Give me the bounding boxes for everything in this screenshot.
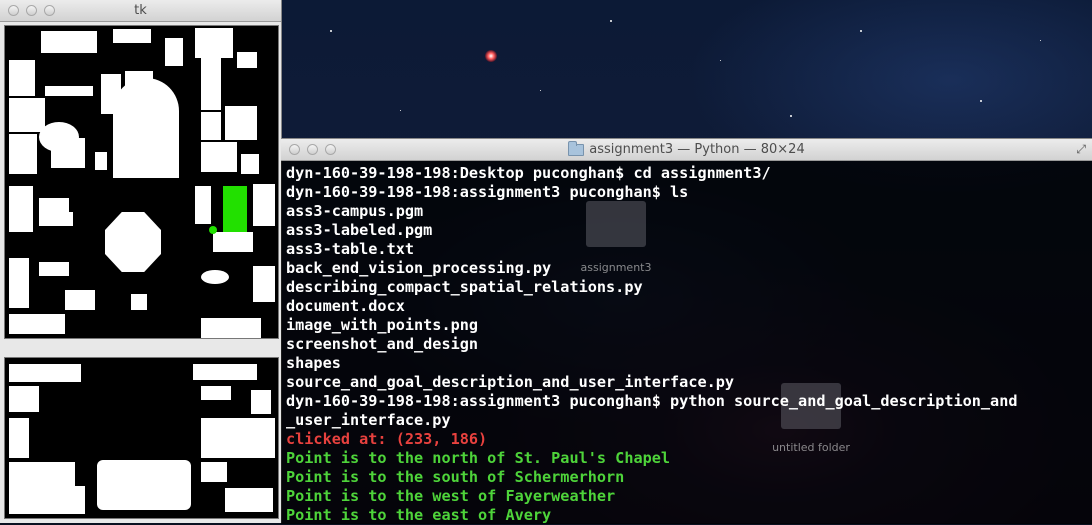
- building-shape: [201, 58, 221, 110]
- building-shape: [9, 314, 65, 334]
- building-shape: [193, 364, 257, 380]
- building-shape: [131, 294, 147, 310]
- star: [540, 90, 541, 91]
- terminal-line: dyn-160-39-198-198:Desktop puconghan$ cd…: [286, 164, 771, 182]
- building-shape: [9, 486, 85, 514]
- terminal-line: image_with_points.png: [286, 316, 479, 334]
- building-shape: [195, 28, 233, 58]
- low-library-shape: [113, 78, 179, 178]
- selected-building-highlight: [223, 186, 247, 232]
- building-shape: [9, 186, 33, 232]
- building-shape: [97, 460, 191, 510]
- building-shape: [237, 52, 257, 68]
- building-shape: [95, 152, 107, 170]
- terminal-line: screenshot_and_design: [286, 335, 479, 353]
- star: [400, 110, 401, 111]
- building-shape: [253, 266, 275, 302]
- building-shape: [201, 462, 227, 482]
- building-shape: [225, 488, 273, 512]
- terminal-titlebar[interactable]: assignment3 — Python — 80×24 ⤢: [281, 139, 1092, 161]
- star: [1040, 40, 1041, 41]
- star: [980, 100, 982, 102]
- octagon-building-shape: [105, 212, 161, 272]
- star: [330, 30, 332, 32]
- building-shape: [9, 108, 45, 132]
- terminal-line: back_end_vision_processing.py: [286, 259, 552, 277]
- terminal-line: _user_interface.py: [286, 411, 451, 429]
- building-shape: [253, 184, 275, 226]
- building-shape: [213, 232, 253, 252]
- terminal-line: Point is to the south of Schermerhorn: [286, 468, 625, 486]
- tk-titlebar[interactable]: tk: [0, 0, 281, 22]
- building-shape: [201, 270, 229, 284]
- building-shape: [39, 198, 69, 212]
- building-shape: [9, 98, 45, 108]
- tk-window-title: tk: [134, 3, 147, 18]
- building-shape: [65, 290, 95, 310]
- building-shape: [201, 386, 231, 400]
- campus-map-canvas[interactable]: [4, 25, 279, 339]
- building-shape: [39, 262, 69, 276]
- building-shape: [165, 38, 183, 66]
- building-shape: [9, 386, 39, 412]
- terminal-line: ass3-labeled.pgm: [286, 221, 433, 239]
- building-shape: [41, 31, 97, 53]
- building-shape: [225, 106, 257, 140]
- building-shape: [9, 364, 81, 382]
- star: [720, 60, 721, 61]
- building-shape: [251, 390, 271, 414]
- star: [790, 115, 792, 117]
- terminal-line: shapes: [286, 354, 341, 372]
- star: [610, 20, 612, 22]
- building-shape: [113, 29, 151, 43]
- building-shape: [201, 318, 261, 338]
- labeled-map-canvas[interactable]: [4, 357, 279, 519]
- building-shape: [201, 112, 221, 140]
- building-shape: [195, 186, 211, 224]
- building-shape: [9, 60, 35, 96]
- building-shape: [45, 86, 93, 96]
- terminal-line: Point is to the west of Fayerweather: [286, 487, 616, 505]
- building-shape: [9, 418, 29, 458]
- terminal-window-title: assignment3 — Python — 80×24: [589, 142, 805, 157]
- terminal-output[interactable]: dyn-160-39-198-198:Desktop puconghan$ cd…: [286, 164, 1092, 524]
- terminal-line: dyn-160-39-198-198:assignment3 puconghan…: [286, 392, 1018, 410]
- terminal-line: Point is to the north of St. Paul's Chap…: [286, 449, 671, 467]
- building-shape: [9, 258, 29, 308]
- terminal-line: ass3-campus.pgm: [286, 202, 424, 220]
- terminal-line: dyn-160-39-198-198:assignment3 puconghan…: [286, 183, 689, 201]
- tk-window: tk: [0, 0, 282, 523]
- terminal-line: document.docx: [286, 297, 405, 315]
- red-star: [485, 50, 497, 62]
- terminal-line: Point is to the east of Avery: [286, 506, 552, 524]
- folder-icon: [568, 140, 585, 156]
- building-shape: [9, 134, 37, 174]
- building-shape: [51, 138, 85, 168]
- terminal-line: ass3-table.txt: [286, 240, 415, 258]
- fullscreen-icon[interactable]: ⤢: [1076, 142, 1086, 157]
- terminal-line: source_and_goal_description_and_user_int…: [286, 373, 735, 391]
- star: [860, 30, 862, 32]
- building-shape: [39, 212, 73, 226]
- terminal-line: describing_compact_spatial_relations.py: [286, 278, 643, 296]
- building-shape: [201, 142, 237, 172]
- building-shape: [201, 418, 275, 458]
- terminal-line: clicked at: (233, 186): [286, 430, 488, 448]
- terminal-window: assignment3 — Python — 80×24 ⤢ assignmen…: [281, 138, 1092, 524]
- building-shape: [241, 154, 259, 174]
- click-point-marker: [209, 226, 217, 234]
